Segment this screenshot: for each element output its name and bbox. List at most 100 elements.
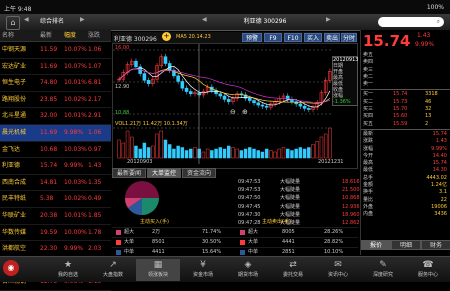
stock-pct: 10.01% xyxy=(64,79,87,87)
flow-buy-vol: 8501 xyxy=(152,239,165,245)
volume-bar xyxy=(205,148,210,159)
buy-button[interactable]: 买入 xyxy=(304,33,322,42)
tab-finance[interactable]: 财务 xyxy=(421,240,450,250)
bottom-nav-item[interactable]: ★ 我的自选 xyxy=(46,259,90,281)
stat-label: 金额 xyxy=(363,182,374,189)
col-price[interactable]: 最新 xyxy=(40,30,52,41)
stock-name: 利亚德 xyxy=(2,162,21,170)
prev-arrow-icon[interactable]: ◀ xyxy=(24,16,29,23)
volume-bar xyxy=(142,142,147,159)
tab-news[interactable]: 最新要闻 xyxy=(112,168,146,178)
candle xyxy=(142,73,147,81)
search-input[interactable]: ⌕ xyxy=(378,17,444,27)
book-label: 卖一 xyxy=(363,81,374,88)
stock-name: 金飞达 xyxy=(2,145,21,153)
list-item[interactable]: 民丰特纸 5.38 10.02% 0.49 xyxy=(0,191,111,208)
bottom-nav-item[interactable]: ⇄ 委托交易 xyxy=(271,259,315,281)
stock-chg: 1.78 xyxy=(88,228,102,236)
list-item[interactable]: 晨光机械 11.69 9.98% 1.06 xyxy=(0,124,111,142)
tab-big-orders[interactable]: 大单监控 xyxy=(147,168,181,178)
bottom-nav-item[interactable]: ☎ 服务中心 xyxy=(406,259,450,281)
add-favorite-icon[interactable]: + xyxy=(162,32,171,41)
order-type: 大幅陡量 xyxy=(280,203,301,210)
f10-button[interactable]: F10 xyxy=(284,33,302,42)
list-item[interactable]: 北斗星通 32.00 10.01% 2.91 xyxy=(0,108,111,125)
stat-value: 4443.02 xyxy=(426,174,447,181)
zoom-in-icon[interactable]: ⊕ xyxy=(242,108,248,116)
stock-price: 11.69 xyxy=(40,128,58,136)
next-stock-icon[interactable]: ▶ xyxy=(326,16,331,23)
stat-value: 1.43 xyxy=(435,138,447,145)
flow-sell-vol: 8005 xyxy=(282,229,295,235)
zoom-out-icon[interactable]: ⊖ xyxy=(230,108,236,116)
flow-swatch-2 xyxy=(240,250,245,255)
list-item[interactable]: 华联矿业 20.38 10.01% 1.85 xyxy=(0,208,111,225)
flow-swatch-2 xyxy=(240,230,245,235)
f9-button[interactable]: F9 xyxy=(264,33,282,42)
book-price: 15.73 xyxy=(393,98,408,105)
book-vol: 13 xyxy=(425,113,432,120)
book-row: 卖五 xyxy=(361,52,450,59)
flow-pie-chart xyxy=(124,181,159,216)
clock: 上午 9:48 xyxy=(4,6,32,13)
flow-kind-2: 大单 xyxy=(248,239,259,245)
book-row: 买一 15.74 3318 xyxy=(361,91,450,98)
nav-label: 我的自选 xyxy=(57,272,78,278)
volume-bar xyxy=(248,147,252,159)
volume-bar xyxy=(201,151,206,159)
ranking-tab[interactable]: 综合排名 xyxy=(30,17,74,27)
stat-value: 1.24亿 xyxy=(430,182,447,189)
volume-bar xyxy=(315,141,319,159)
volume-bar xyxy=(155,133,159,159)
prev-stock-icon[interactable]: ◀ xyxy=(202,16,207,23)
list-item[interactable]: 恒生电子 74.80 10.01% 6.81 xyxy=(0,75,111,92)
list-item[interactable]: 西南合成 14.81 10.03% 1.35 xyxy=(0,175,111,192)
order-type: 大幅陡量 xyxy=(280,195,301,202)
book-label: 买一 xyxy=(363,91,374,98)
list-item[interactable]: 路翔股份 23.85 10.02% 2.17 xyxy=(0,92,111,109)
search-icon[interactable]: ⌕ xyxy=(437,18,440,26)
bottom-nav-item[interactable]: ¥ 资金市场 xyxy=(181,259,225,281)
tab-quote[interactable]: 报价 xyxy=(361,240,391,250)
tab-fund-flow[interactable]: 资金流向 xyxy=(182,168,216,178)
chart-stock-label: 利亚德 300296 xyxy=(114,36,157,43)
stock-name: 洪都航空 xyxy=(2,245,27,253)
alert-button[interactable]: 预警 xyxy=(242,33,262,42)
bottom-nav-item[interactable]: ✎ 深度研究 xyxy=(361,259,405,281)
col-chg[interactable]: 涨跌 xyxy=(88,30,100,41)
col-pct[interactable]: 幅度 xyxy=(64,30,76,41)
stat-label: 内盘 xyxy=(363,211,374,218)
stat-label: 量比 xyxy=(363,196,374,203)
list-item[interactable]: 华数传媒 19.59 10.00% 1.78 xyxy=(0,225,111,242)
bottom-nav-item[interactable]: ◈ 期货市场 xyxy=(226,259,270,281)
volume-bar xyxy=(239,150,244,159)
home-icon[interactable]: ⌂ xyxy=(6,16,20,30)
book-label: 买四 xyxy=(363,113,374,120)
volume-bar xyxy=(210,150,214,159)
stat-value: 3436 xyxy=(434,211,447,218)
stat-value: 22 xyxy=(440,196,447,203)
nav-label: 资讯中心 xyxy=(327,272,348,278)
next-arrow-icon[interactable]: ▶ xyxy=(80,16,85,23)
timeshare-button[interactable]: 分时 xyxy=(341,33,357,42)
stat-value: 14.40 xyxy=(432,152,447,159)
tab-detail[interactable]: 明细 xyxy=(391,240,421,250)
sell-button[interactable]: 卖出 xyxy=(324,33,340,42)
book-row: 卖四 xyxy=(361,59,450,66)
kline-chart[interactable]: 16.00 12.90 10.88 VOL1.21万 11.42万 10.1.3… xyxy=(112,43,358,169)
list-item[interactable]: 金飞达 10.68 10.03% 0.97 xyxy=(0,142,111,159)
flow-row: 超大 2万 71.74% 超大 8005 28.26% xyxy=(112,228,358,238)
stock-chg: 6.81 xyxy=(88,79,102,87)
bottom-nav-item[interactable]: ▦ 领涨板块 xyxy=(136,259,180,281)
bottom-nav-item[interactable]: ✉ 资讯中心 xyxy=(316,259,360,281)
list-item[interactable]: 中钢天源 11.59 10.07% 1.06 xyxy=(0,42,111,59)
stock-title: 利亚德 300296 xyxy=(243,18,287,25)
order-val: 10.868 xyxy=(342,195,360,202)
app-logo-icon[interactable]: ◉ xyxy=(3,260,19,276)
list-item[interactable]: 宏达矿业 11.69 10.07% 1.07 xyxy=(0,59,111,76)
stat-row: 量比 22 xyxy=(361,197,450,204)
col-name[interactable]: 名称 xyxy=(2,30,14,41)
flow-kind-2: 超大 xyxy=(248,229,259,235)
list-item[interactable]: 利亚德 15.74 9.99% 1.43 xyxy=(0,158,111,175)
bottom-nav-item[interactable]: ↗ 大盘指数 xyxy=(91,259,135,281)
